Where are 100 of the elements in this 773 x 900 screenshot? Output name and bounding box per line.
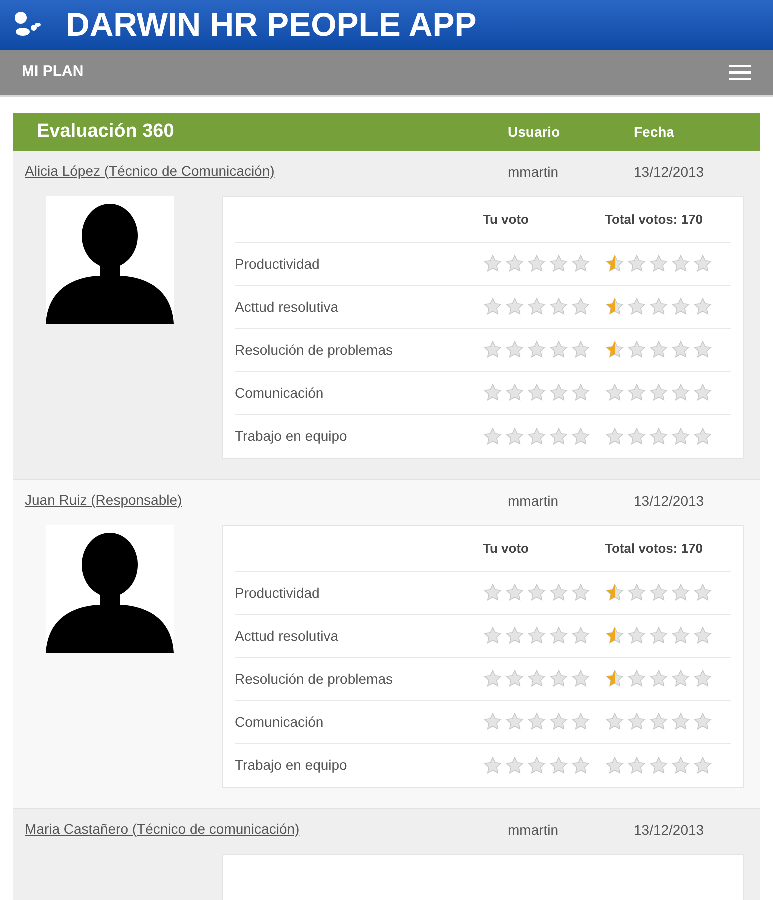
avatar-silhouette-icon <box>46 196 174 324</box>
star-icon <box>649 340 669 360</box>
star-icon <box>605 669 625 689</box>
star-icon <box>605 297 625 317</box>
star-icon <box>483 297 503 317</box>
star-icon <box>549 383 569 403</box>
star-icon <box>483 426 503 446</box>
star-icon <box>549 254 569 274</box>
star-icon <box>649 297 669 317</box>
star-icon <box>627 712 647 732</box>
star-icon <box>627 669 647 689</box>
star-icon <box>549 626 569 646</box>
star-icon <box>671 297 691 317</box>
star-icon <box>627 426 647 446</box>
star-icon <box>483 669 503 689</box>
star-icon <box>571 254 591 274</box>
star-icon <box>693 712 713 732</box>
star-icon <box>505 383 525 403</box>
star-icon <box>483 583 503 603</box>
star-icon <box>527 583 547 603</box>
star-icon <box>627 254 647 274</box>
star-icon <box>527 626 547 646</box>
star-icon <box>571 383 591 403</box>
star-icon <box>671 669 691 689</box>
criterion-label: Resolución de problemas <box>235 670 394 689</box>
menu-icon[interactable] <box>729 64 751 80</box>
star-icon <box>627 297 647 317</box>
star-icon <box>505 626 525 646</box>
criterion-label: Comunicación <box>235 712 325 732</box>
star-icon <box>693 626 713 646</box>
star-icon <box>605 426 625 446</box>
column-header: Tu voto <box>483 210 530 229</box>
table-cell-text: 13/12/2013 <box>634 820 706 840</box>
star-icon <box>483 340 503 360</box>
star-icon <box>693 583 713 603</box>
star-icon <box>505 297 525 317</box>
star-icon <box>549 756 569 776</box>
star-icon <box>693 383 713 403</box>
criterion-label: Productividad <box>235 254 321 274</box>
person-link[interactable]: Alicia López (Técnico de Comunicación) <box>25 163 275 179</box>
star-icon <box>649 626 669 646</box>
star-icon <box>649 712 669 732</box>
star-icon <box>605 712 625 732</box>
star-icon <box>549 712 569 732</box>
star-icon <box>505 340 525 360</box>
star-icon <box>571 583 591 603</box>
star-icon <box>671 254 691 274</box>
column-header: Usuario <box>508 122 562 142</box>
people-logo-icon <box>12 11 44 39</box>
star-icon <box>671 383 691 403</box>
star-icon <box>627 340 647 360</box>
star-icon <box>527 297 547 317</box>
criterion-label: Acttud resolutiva <box>235 626 340 646</box>
column-header: Tu voto <box>483 540 530 558</box>
star-icon <box>693 669 713 689</box>
star-icon <box>505 583 525 603</box>
star-icon <box>649 756 669 776</box>
star-icon <box>693 426 713 446</box>
column-header: Fecha <box>634 122 676 142</box>
star-icon <box>671 712 691 732</box>
star-icon <box>693 340 713 360</box>
star-icon <box>693 254 713 274</box>
star-icon <box>605 583 625 603</box>
star-icon <box>671 756 691 776</box>
star-icon <box>527 712 547 732</box>
star-icon <box>549 297 569 317</box>
star-icon <box>571 756 591 776</box>
table-cell-text: 13/12/2013 <box>634 492 706 510</box>
star-icon <box>505 426 525 446</box>
person-link[interactable]: Juan Ruiz (Responsable) <box>25 492 182 508</box>
star-icon <box>571 426 591 446</box>
star-icon <box>605 626 625 646</box>
star-icon <box>571 297 591 317</box>
star-icon <box>627 756 647 776</box>
table-title: Evaluación 360 <box>37 120 176 144</box>
star-icon <box>527 383 547 403</box>
star-icon <box>483 712 503 732</box>
person-link[interactable]: Maria Castañero (Técnico de comunicación) <box>25 821 300 837</box>
star-icon <box>671 340 691 360</box>
criterion-label: Acttud resolutiva <box>235 298 340 316</box>
star-icon <box>649 383 669 403</box>
star-icon <box>527 669 547 689</box>
star-icon <box>527 426 547 446</box>
star-icon <box>571 340 591 360</box>
star-icon <box>571 712 591 732</box>
star-icon <box>649 669 669 689</box>
star-icon <box>627 383 647 403</box>
table-cell-text: mmartin <box>508 162 560 182</box>
star-icon <box>571 626 591 646</box>
star-icon <box>483 626 503 646</box>
star-icon <box>693 297 713 317</box>
criterion-label: Trabajo en equipo <box>235 756 348 775</box>
avatar-silhouette-icon <box>46 525 174 653</box>
criterion-label: Trabajo en equipo <box>235 427 348 446</box>
star-icon <box>627 626 647 646</box>
star-icon <box>483 383 503 403</box>
criterion-label: Productividad <box>235 584 321 602</box>
table-cell-text: 13/12/2013 <box>634 162 706 182</box>
column-header: Total votos: 170 <box>605 210 704 229</box>
star-icon <box>649 583 669 603</box>
